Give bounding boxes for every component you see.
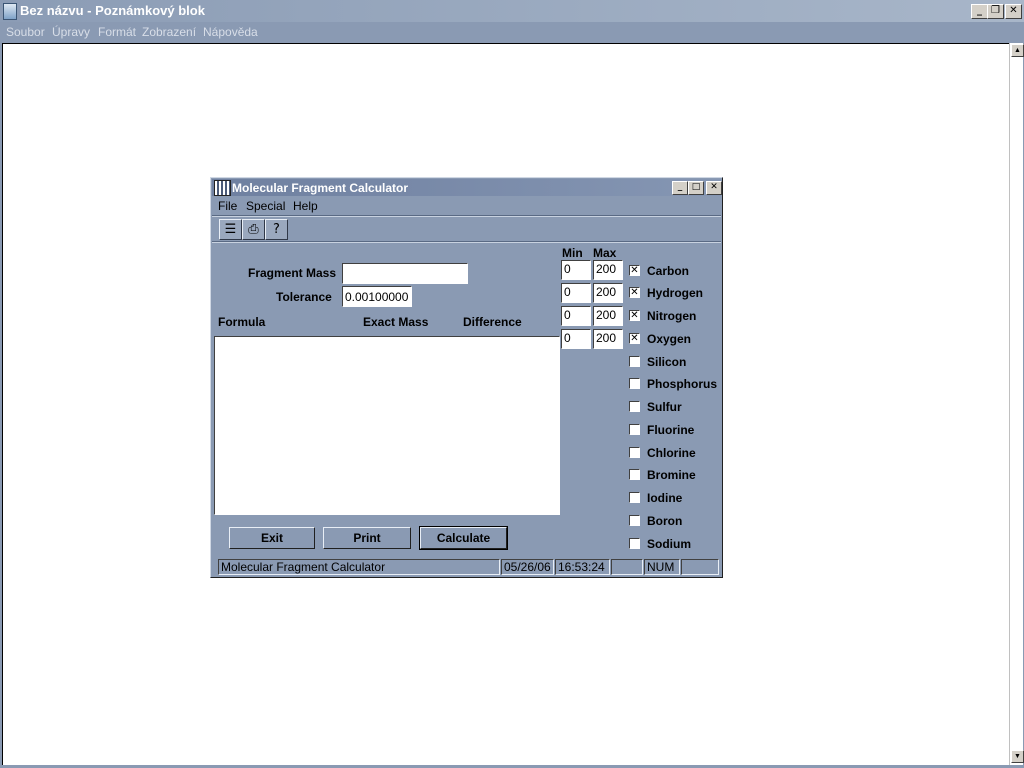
- oxygen-checkbox[interactable]: ✕: [629, 333, 640, 344]
- toolbar-separator: [212, 241, 721, 243]
- tolerance-input[interactable]: [342, 286, 412, 307]
- menu-format[interactable]: Formát: [98, 25, 136, 39]
- sulfur-label: Sulfur: [647, 400, 682, 414]
- carbon-label: Carbon: [647, 264, 689, 278]
- close-button[interactable]: ✕: [1005, 4, 1022, 19]
- status-date: 05/26/06: [501, 559, 554, 575]
- carbon-max-input[interactable]: 200: [593, 260, 623, 280]
- menu-soubor[interactable]: Soubor: [6, 25, 45, 39]
- fragment-mass-input[interactable]: [342, 263, 468, 284]
- fragment-calculator-window: Molecular Fragment Calculator _ □ ✕ File…: [210, 177, 723, 578]
- menu-napoveda[interactable]: Nápověda: [203, 25, 258, 39]
- calculator-minimize-button[interactable]: _: [672, 181, 688, 195]
- boron-label: Boron: [647, 514, 683, 528]
- max-label: Max: [593, 246, 617, 260]
- oxygen-min-input[interactable]: 0: [561, 329, 591, 349]
- menu-zobrazeni[interactable]: Zobrazení: [142, 25, 196, 39]
- status-message: Molecular Fragment Calculator: [218, 559, 500, 575]
- help-icon[interactable]: ?: [265, 219, 288, 240]
- calculator-title-bar: Molecular Fragment Calculator _ □ ✕: [212, 179, 722, 196]
- notepad-menu-bar: Soubor Úpravy Formát Zobrazení Nápověda: [0, 22, 1024, 42]
- iodine-label: Iodine: [647, 491, 683, 505]
- iodine-checkbox[interactable]: [629, 492, 640, 503]
- nitrogen-label: Nitrogen: [647, 309, 697, 323]
- minimize-button[interactable]: _: [971, 4, 988, 19]
- exit-button[interactable]: Exit: [229, 527, 315, 549]
- hydrogen-max-input[interactable]: 200: [593, 283, 623, 303]
- carbon-min-input[interactable]: 0: [561, 260, 591, 280]
- fluorine-label: Fluorine: [647, 423, 695, 437]
- sodium-checkbox[interactable]: [629, 538, 640, 549]
- notepad-app-icon: [3, 3, 17, 20]
- boron-checkbox[interactable]: [629, 515, 640, 526]
- sodium-label: Sodium: [647, 537, 691, 551]
- menu-special[interactable]: Special: [246, 199, 285, 213]
- menu-separator: [212, 215, 721, 217]
- print-button[interactable]: Print: [323, 527, 411, 549]
- nitrogen-min-input[interactable]: 0: [561, 306, 591, 326]
- results-list[interactable]: [214, 336, 560, 515]
- open-icon[interactable]: ☰: [219, 219, 242, 240]
- fragment-mass-label: Fragment Mass: [248, 266, 337, 280]
- bromine-checkbox[interactable]: [629, 469, 640, 480]
- carbon-checkbox[interactable]: ✕: [629, 265, 640, 276]
- vertical-scrollbar[interactable]: ▲ ▼: [1009, 43, 1024, 765]
- scroll-down-icon[interactable]: ▼: [1011, 750, 1024, 763]
- status-caps: [611, 559, 643, 575]
- tolerance-label: Tolerance: [276, 290, 332, 304]
- restore-button[interactable]: ❐: [987, 4, 1004, 19]
- menu-upravy[interactable]: Úpravy: [52, 25, 90, 39]
- nitrogen-checkbox[interactable]: ✕: [629, 310, 640, 321]
- calculator-maximize-button[interactable]: □: [688, 181, 704, 195]
- status-num: NUM: [644, 559, 680, 575]
- oxygen-max-input[interactable]: 200: [593, 329, 623, 349]
- min-label: Min: [562, 246, 583, 260]
- print-icon[interactable]: ⎙: [242, 219, 265, 240]
- phosphorus-label: Phosphorus: [647, 377, 718, 391]
- hydrogen-label: Hydrogen: [647, 286, 704, 300]
- phosphorus-checkbox[interactable]: [629, 378, 640, 389]
- chlorine-label: Chlorine: [647, 446, 696, 460]
- silicon-checkbox[interactable]: [629, 356, 640, 367]
- fluorine-checkbox[interactable]: [629, 424, 640, 435]
- scroll-up-icon[interactable]: ▲: [1011, 44, 1024, 57]
- calculator-logo-icon: [214, 180, 231, 196]
- menu-file[interactable]: File: [218, 199, 237, 213]
- calculator-close-button[interactable]: ✕: [706, 181, 722, 195]
- hydrogen-checkbox[interactable]: ✕: [629, 287, 640, 298]
- chlorine-checkbox[interactable]: [629, 447, 640, 458]
- oxygen-label: Oxygen: [647, 332, 692, 346]
- hydrogen-min-input[interactable]: 0: [561, 283, 591, 303]
- bromine-label: Bromine: [647, 468, 696, 482]
- sulfur-checkbox[interactable]: [629, 401, 640, 412]
- calculator-title: Molecular Fragment Calculator: [232, 181, 409, 195]
- notepad-title-bar: Bez názvu - Poznámkový blok _ ❐ ✕: [0, 0, 1024, 22]
- notepad-title: Bez názvu - Poznámkový blok: [20, 3, 205, 18]
- nitrogen-max-input[interactable]: 200: [593, 306, 623, 326]
- calculate-button[interactable]: Calculate: [419, 526, 508, 550]
- status-scroll: [681, 559, 719, 575]
- silicon-label: Silicon: [647, 355, 687, 369]
- column-exact-mass: Exact Mass: [363, 315, 429, 329]
- status-time: 16:53:24: [555, 559, 610, 575]
- column-difference: Difference: [463, 315, 522, 329]
- column-formula: Formula: [218, 315, 266, 329]
- menu-help[interactable]: Help: [293, 199, 318, 213]
